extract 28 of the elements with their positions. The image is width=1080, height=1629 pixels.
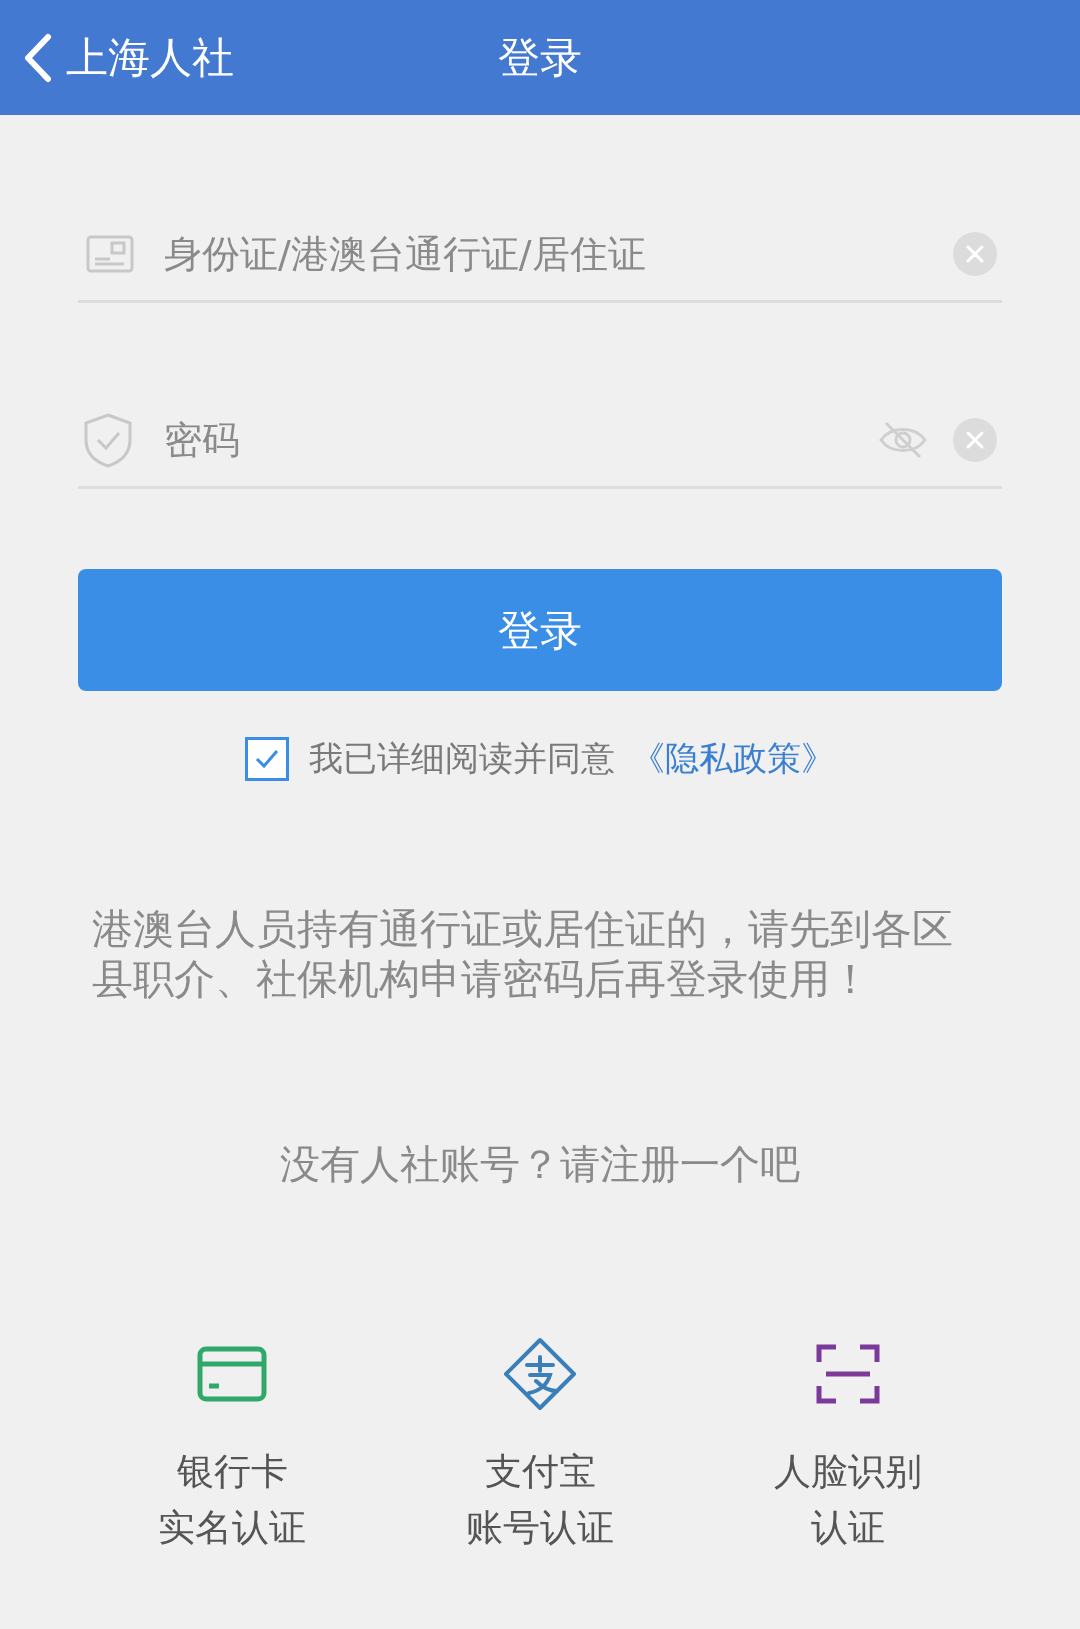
checkmark-icon [254, 747, 280, 770]
bank-card-icon [197, 1346, 267, 1402]
auth-option[interactable]: 支付宝 账号认证 [386, 1334, 694, 1556]
option-label: 支付宝 [484, 1449, 596, 1495]
hidden-eye-icon[interactable] [878, 419, 928, 460]
back-button[interactable]: 上海人社 [0, 32, 234, 83]
page-title: 登录 [498, 36, 582, 79]
clear-icon[interactable] [952, 416, 998, 463]
option-label: 人脸识别 [774, 1449, 922, 1495]
agreement-text: 我已详细阅读并同意 [309, 737, 615, 780]
password-field[interactable]: 密码 [164, 393, 878, 486]
face-scan-icon [816, 1344, 880, 1404]
id-card-icon [86, 234, 134, 273]
agree-checkbox[interactable] [245, 736, 289, 781]
shield-icon [82, 411, 134, 468]
privacy-policy-link[interactable]: 《隐私政策》 [631, 733, 835, 784]
register-link[interactable]: 没有人社账号？请注册一个吧 [280, 1134, 800, 1194]
option-label: 银行卡 [176, 1449, 288, 1495]
option-label: 认证 [811, 1505, 885, 1551]
option-label: 账号认证 [466, 1505, 614, 1551]
notice-text: 港澳台人员持有通行证或居住证的，请先到各区县职介、社保机构申请密码后再登录使用！ [91, 904, 954, 1004]
auth-option[interactable]: 人脸识别 认证 [694, 1334, 1002, 1556]
clear-icon[interactable] [952, 230, 998, 277]
option-label: 实名认证 [158, 1505, 306, 1551]
auth-option[interactable]: 银行卡 实名认证 [78, 1334, 386, 1556]
login-button[interactable]: 登录 [78, 569, 1002, 691]
pay-logo-icon [503, 1337, 577, 1411]
id-number-field[interactable]: 身份证/港澳台通行证/居住证 [164, 207, 952, 300]
